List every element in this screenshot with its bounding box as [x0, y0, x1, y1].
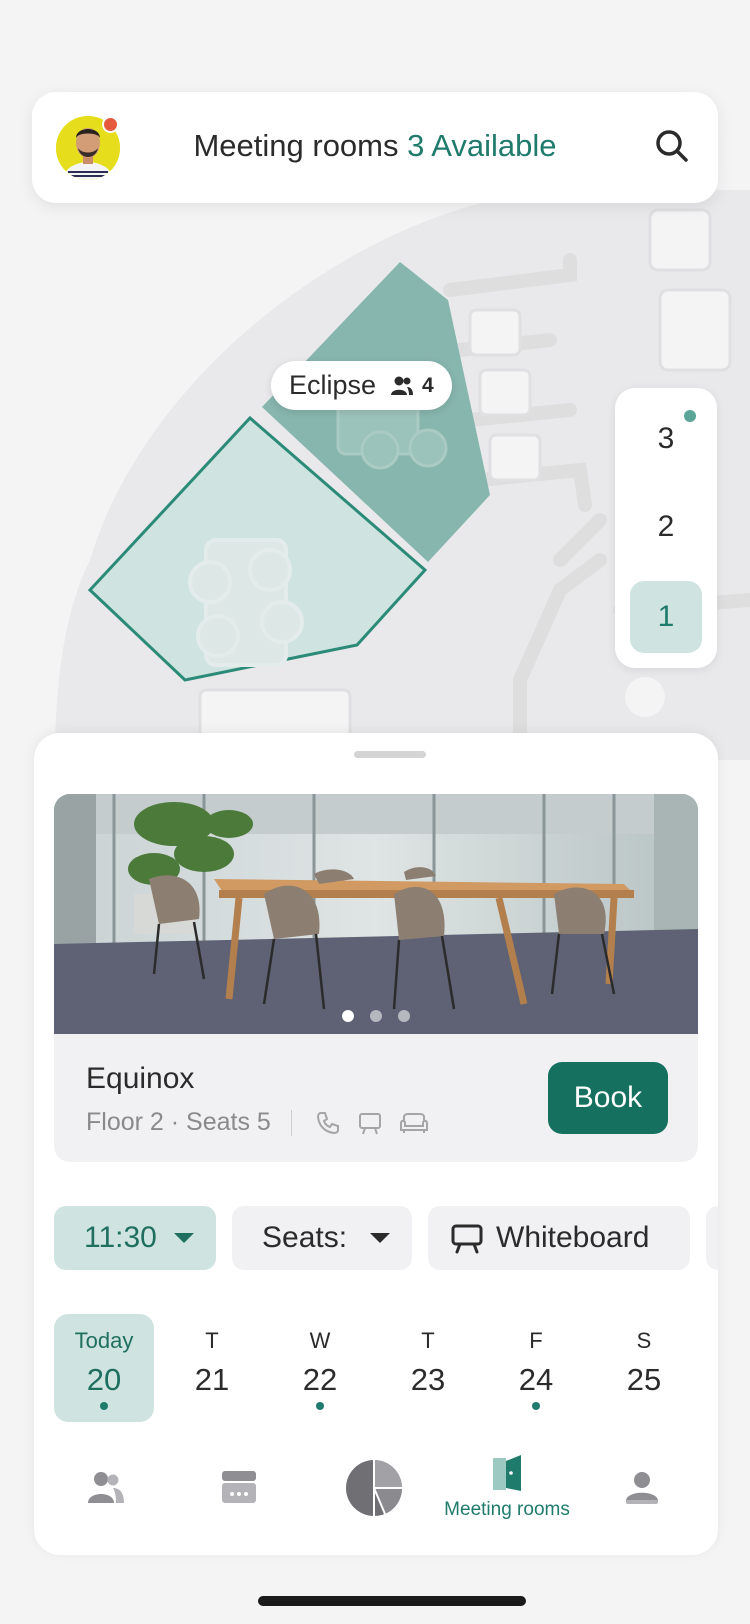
date-weekday: Today [74, 1328, 134, 1353]
more-filter[interactable] [706, 1206, 718, 1270]
nav-active-label: Meeting rooms [444, 1499, 570, 1520]
room-meta: Floor 2 · Seats 5 [86, 1108, 430, 1137]
date-item[interactable]: Today 20 [54, 1314, 154, 1422]
nav-profile[interactable] [582, 1447, 702, 1547]
seats-filter[interactable]: Seats: [232, 1206, 412, 1270]
date-item[interactable]: S 25 [594, 1314, 694, 1422]
phone-icon [316, 1111, 339, 1134]
event-dot [316, 1402, 324, 1410]
page-title: Meeting rooms 3 Available [32, 128, 718, 164]
date-item[interactable]: F 24 [486, 1314, 586, 1422]
photo-dot[interactable] [342, 1010, 354, 1022]
floor-update-dot [684, 410, 696, 422]
date-weekday: W [309, 1328, 331, 1353]
time-filter[interactable]: 11:30 [54, 1206, 216, 1270]
whiteboard-label: Whiteboard [496, 1221, 650, 1254]
time-value: 11:30 [84, 1221, 157, 1254]
floor-button-1[interactable]: 1 [630, 581, 702, 653]
search-icon [656, 130, 688, 162]
bottom-sheet: Equinox Floor 2 · Seats 5 Book 11:30 Sea… [34, 733, 718, 1555]
book-button[interactable]: Book [548, 1062, 668, 1134]
chevron-down-icon [174, 1233, 194, 1243]
event-dot [100, 1402, 108, 1410]
photo-dot[interactable] [370, 1010, 382, 1022]
profile-icon [626, 1472, 658, 1504]
room-floor: Floor 2 · Seats 5 [86, 1108, 271, 1136]
meta-divider [290, 1109, 292, 1136]
date-number: 25 [626, 1362, 662, 1397]
filter-chips: 11:30 Seats: Whiteboard [54, 1206, 718, 1270]
nav-dashboard[interactable] [314, 1447, 434, 1547]
date-item[interactable]: W 22 [270, 1314, 370, 1422]
whiteboard-icon [358, 1112, 381, 1134]
date-item[interactable]: T 23 [378, 1314, 478, 1422]
date-number: 21 [194, 1362, 230, 1397]
event-dot [532, 1402, 540, 1410]
date-number: 24 [518, 1362, 554, 1397]
lounge-icon [399, 1112, 428, 1133]
date-weekday: T [205, 1328, 219, 1353]
room-card[interactable]: Equinox Floor 2 · Seats 5 Book [54, 794, 698, 1162]
search-button[interactable] [652, 126, 692, 166]
photo-dot[interactable] [398, 1010, 410, 1022]
availability-count: 3 Available [407, 128, 557, 163]
date-weekday: S [636, 1328, 652, 1353]
seats-label: Seats: [262, 1221, 348, 1254]
dashboard-icon [346, 1460, 403, 1516]
room-label-name: Eclipse [289, 370, 377, 400]
sheet-drag-handle[interactable] [354, 751, 426, 758]
chevron-down-icon [370, 1233, 390, 1243]
nav-meeting-rooms[interactable]: Meeting rooms [444, 1447, 570, 1547]
floor-button-2[interactable]: 2 [630, 491, 702, 563]
whiteboard-icon [451, 1224, 483, 1254]
date-number: 23 [410, 1362, 446, 1397]
nav-people[interactable] [46, 1447, 166, 1547]
calendar-icon [222, 1471, 256, 1503]
floor-switcher: 3 2 1 [615, 388, 717, 668]
header-card: Meeting rooms 3 Available [32, 92, 718, 203]
whiteboard-filter[interactable]: Whiteboard [428, 1206, 690, 1270]
date-strip: Today 20 T 21 W 22 T 23 F 24 S 25 [54, 1314, 698, 1422]
door-icon [493, 1455, 521, 1491]
bottom-nav: Meeting rooms [34, 1447, 718, 1547]
home-indicator[interactable] [258, 1596, 526, 1606]
room-label-eclipse[interactable]: Eclipse 4 [271, 361, 452, 410]
room-photo[interactable] [54, 794, 698, 1034]
photo-pagination[interactable] [54, 1010, 698, 1022]
room-label-seats: 4 [390, 374, 434, 398]
people-icon [391, 376, 414, 395]
title-text: Meeting rooms [193, 128, 399, 163]
nav-calendar[interactable] [179, 1447, 299, 1547]
date-weekday: F [529, 1328, 543, 1353]
date-weekday: T [421, 1328, 435, 1353]
seat-count: 4 [422, 373, 434, 397]
date-number: 20 [86, 1362, 122, 1397]
date-number: 22 [302, 1362, 338, 1397]
people-icon [88, 1472, 124, 1503]
notification-dot [102, 116, 119, 133]
date-item[interactable]: T 21 [162, 1314, 262, 1422]
room-name: Equinox [86, 1062, 195, 1095]
